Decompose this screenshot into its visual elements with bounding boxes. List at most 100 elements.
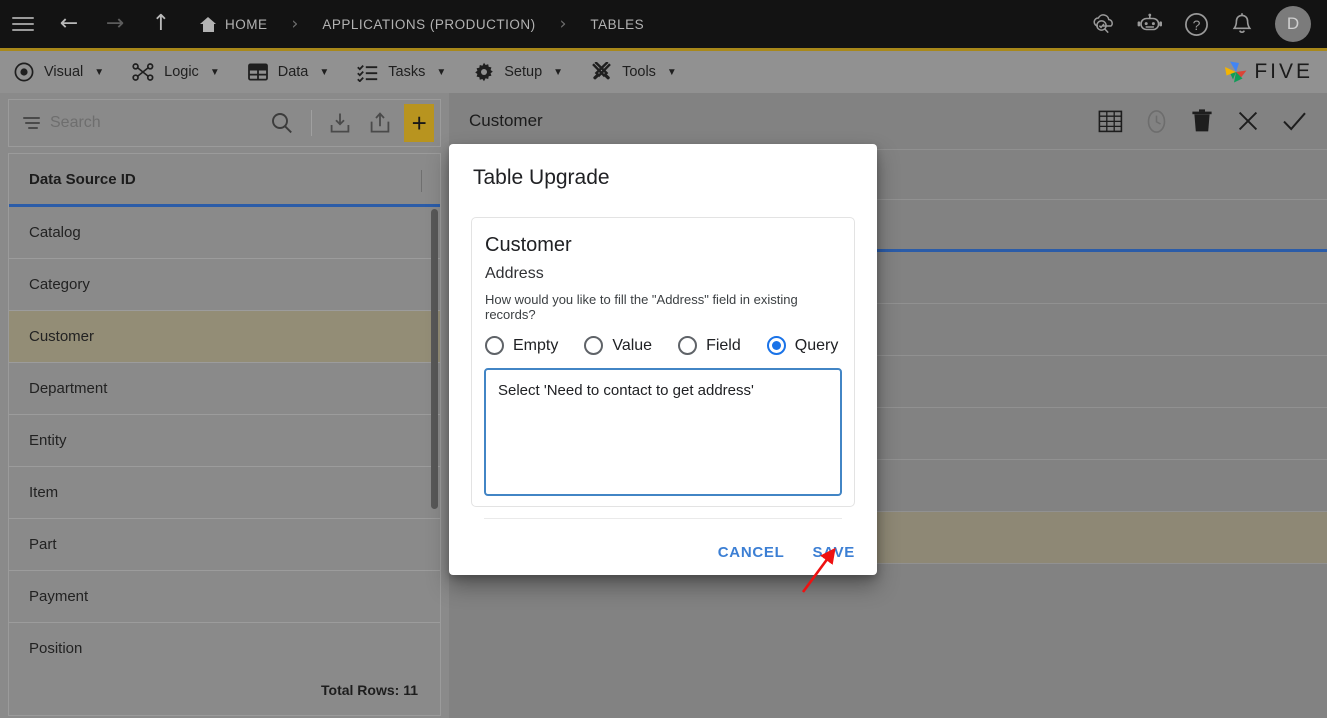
brand-name: FIVE <box>1254 60 1313 83</box>
home-icon <box>200 16 217 32</box>
application-menu-bar: Visual ▼ Logic ▼ Data ▼ Tasks ▼ Setup ▼ … <box>0 51 1327 93</box>
checklist-icon <box>357 64 378 82</box>
search-button[interactable] <box>267 101 297 145</box>
avatar[interactable]: D <box>1275 6 1311 42</box>
table-grid-icon <box>1098 110 1122 132</box>
search-input[interactable] <box>50 114 257 132</box>
record-header: Customer <box>449 93 1327 150</box>
breadcrumb-item-tables[interactable]: TABLES <box>588 17 646 32</box>
filter-icon[interactable] <box>23 114 40 132</box>
import-button[interactable] <box>325 101 355 145</box>
list-item[interactable]: Category <box>9 259 440 311</box>
app-root: ← → ↑ HOME › APPLICATIONS (PRODUCTION) ›… <box>0 0 1327 718</box>
help-icon: ? <box>1184 12 1208 36</box>
cancel-button[interactable]: CANCEL <box>718 544 785 561</box>
menu-item-tasks[interactable]: Tasks ▼ <box>343 51 460 93</box>
data-source-grid: Data Source ID Catalog Category Customer… <box>8 153 441 716</box>
menu-item-tools[interactable]: Tools ▼ <box>577 51 691 93</box>
list-item-selected[interactable]: Customer <box>9 311 440 363</box>
chevron-down-icon-tools: ▼ <box>666 66 677 78</box>
radio-label-value: Value <box>612 336 653 354</box>
column-resize-handle[interactable] <box>421 170 422 192</box>
list-item[interactable]: Entity <box>9 415 440 467</box>
delete-trash-icon <box>1192 108 1212 131</box>
breadcrumb-item-home[interactable]: HOME <box>198 16 270 32</box>
cloud-check-search-icon <box>1093 14 1113 34</box>
help-button[interactable]: ? <box>1175 0 1217 50</box>
top-navigation-bar: ← → ↑ HOME › APPLICATIONS (PRODUCTION) ›… <box>0 0 1327 51</box>
radio-circle-empty[interactable] <box>485 336 504 355</box>
radio-circle-field[interactable] <box>678 336 698 355</box>
menu-item-logic[interactable]: Logic ▼ <box>118 51 234 93</box>
notification-button[interactable] <box>1221 0 1263 50</box>
topbar-actions: ? D <box>1083 0 1327 50</box>
eye-icon <box>14 62 34 82</box>
breadcrumb: HOME › APPLICATIONS (PRODUCTION) › TABLE… <box>198 14 646 34</box>
menu-label-data: Data <box>277 64 309 80</box>
chevron-down-icon-tasks: ▼ <box>436 66 447 78</box>
radio-option-field[interactable]: Field <box>678 336 741 355</box>
add-data-source-button[interactable]: + <box>404 104 434 142</box>
radio-label-field: Field <box>706 336 741 354</box>
menu-item-data[interactable]: Data ▼ <box>234 51 344 93</box>
delete-button[interactable] <box>1187 106 1217 136</box>
list-item[interactable]: Catalog <box>9 207 440 259</box>
arrow-right-icon: → <box>105 11 125 36</box>
search-icon <box>271 113 292 134</box>
table-empty-area <box>449 564 1327 718</box>
radio-option-query[interactable]: Query <box>766 336 839 355</box>
radio-label-query: Query <box>794 336 839 354</box>
confirm-button[interactable] <box>1279 106 1309 136</box>
list-item[interactable]: Item <box>9 467 440 519</box>
confirm-check-icon <box>1282 112 1306 131</box>
upgrade-field-card: Customer Address How would you like to f… <box>471 217 855 519</box>
menu-item-setup[interactable]: Setup ▼ <box>460 51 577 93</box>
dialog-title: Table Upgrade <box>473 166 610 189</box>
close-x-icon <box>1238 111 1258 131</box>
breadcrumb-item-applications[interactable]: APPLICATIONS (PRODUCTION) <box>320 17 537 32</box>
arrow-up-icon: ↑ <box>151 11 171 36</box>
radio-option-value[interactable]: Value <box>584 336 652 355</box>
search-toolbar: + <box>8 99 441 147</box>
list-item[interactable]: Department <box>9 363 440 415</box>
up-button[interactable]: ↑ <box>138 0 184 50</box>
five-pinwheel-icon <box>1225 61 1247 83</box>
radio-circle-value[interactable] <box>584 336 604 355</box>
dialog-footer: CANCEL SAVE <box>718 544 855 561</box>
menu-item-visual[interactable]: Visual ▼ <box>0 51 118 93</box>
grid-rows: Catalog Category Customer Department Ent… <box>9 207 440 662</box>
plus-icon: + <box>411 108 427 138</box>
history-button[interactable] <box>1141 106 1171 136</box>
forward-button[interactable]: → <box>92 0 138 50</box>
query-textarea[interactable] <box>484 368 842 496</box>
table-grid-button[interactable] <box>1095 106 1125 136</box>
record-actions <box>1095 106 1309 136</box>
radio-option-empty[interactable]: Empty <box>485 336 558 355</box>
chevron-down-icon-data: ▼ <box>319 66 330 78</box>
vertical-scrollbar[interactable] <box>431 209 438 509</box>
back-button[interactable]: ← <box>46 0 92 50</box>
radio-circle-query[interactable] <box>766 336 786 355</box>
dialog-field-name: Address <box>485 265 544 282</box>
dialog-table-name: Customer <box>485 234 572 256</box>
hamburger-menu-button[interactable] <box>0 0 46 50</box>
export-button[interactable] <box>365 101 395 145</box>
cloud-check-search-button[interactable] <box>1083 0 1125 50</box>
list-item[interactable]: Payment <box>9 571 440 623</box>
table-upgrade-dialog: Table Upgrade Customer Address How would… <box>449 144 877 575</box>
radio-label-empty: Empty <box>513 336 559 354</box>
save-button[interactable]: SAVE <box>812 544 855 561</box>
arrow-left-icon: ← <box>59 11 79 36</box>
grid-table-icon <box>247 63 268 81</box>
close-button[interactable] <box>1233 106 1263 136</box>
chevron-down-icon-visual: ▼ <box>94 66 105 78</box>
list-item[interactable]: Part <box>9 519 440 571</box>
column-header-data-source-id[interactable]: Data Source ID <box>29 171 136 188</box>
menu-label-logic: Logic <box>164 64 199 80</box>
robot-chat-button[interactable] <box>1129 0 1171 50</box>
data-source-list-panel: + Data Source ID Catalog Category Custom… <box>0 93 449 718</box>
menu-label-tools: Tools <box>622 64 656 80</box>
tools-icon <box>592 62 611 80</box>
list-item[interactable]: Position <box>9 623 440 662</box>
card-divider <box>484 518 842 519</box>
